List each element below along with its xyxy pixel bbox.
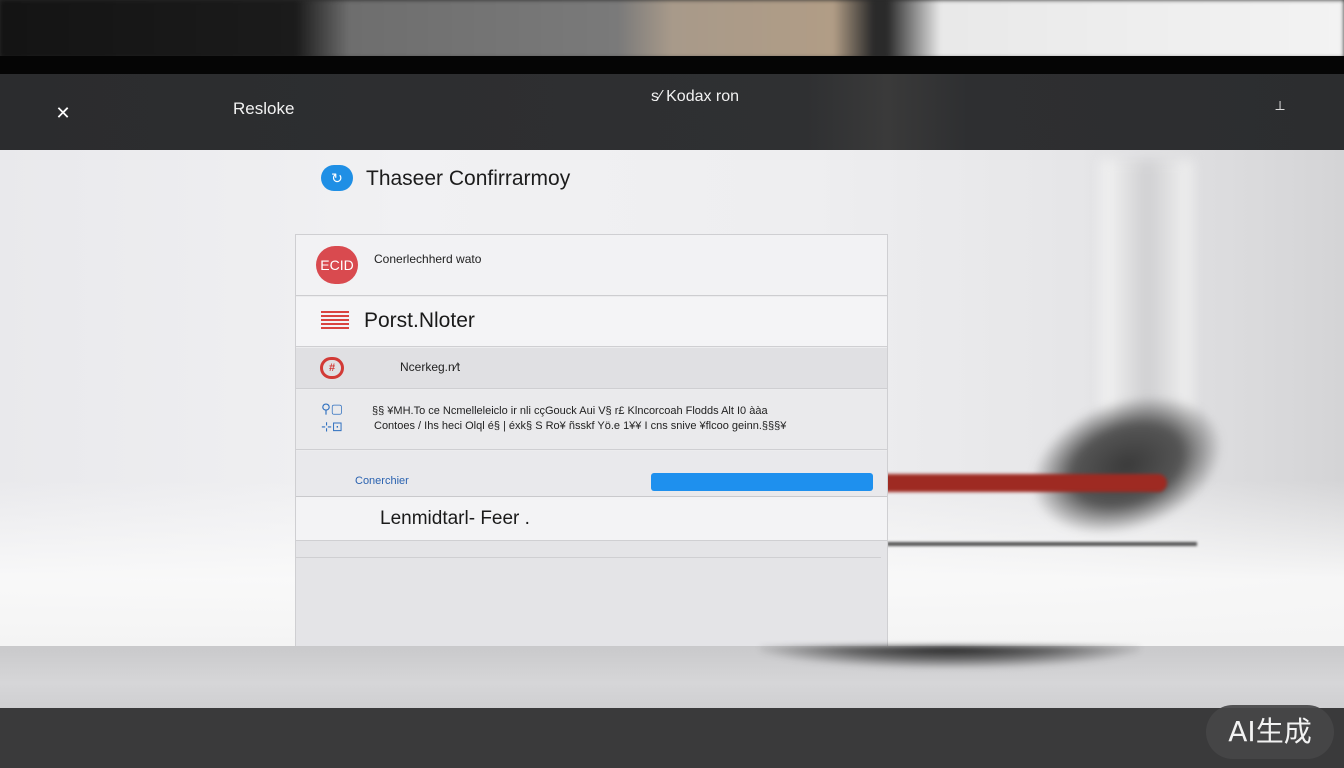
card-footer [296, 541, 887, 647]
screen: ✕ Resloke s⁄ Kodax ron ⟂ ↻ Thaseer Confi… [0, 0, 1344, 768]
background-shadow [760, 646, 1140, 668]
background-red-bar [887, 474, 1167, 492]
pin-icon[interactable]: ⟂ [1273, 96, 1287, 114]
description-line-2: Contoes / Ihs heci Olql é§ | éxk§ S Ro¥ … [374, 420, 787, 432]
description-line-1: §§ ¥MH.To ce Ncmelleleiclo ir nli cçGouc… [372, 405, 768, 417]
page-title: Thaseer Confirrarmoy [366, 167, 571, 190]
list-item[interactable]: Lenmidtarl- Feer . [296, 497, 887, 541]
ecid-badge: ECID [316, 246, 358, 284]
list-item[interactable]: ⚲▢ ⊹⊡ §§ ¥MH.To ce Ncmelleleiclo ir nli c… [296, 390, 887, 450]
app-header: ✕ Resloke s⁄ Kodax ron ⟂ [0, 74, 1344, 150]
list-item[interactable]: ECID Conerlechherd wato [296, 235, 887, 296]
background-bottom [0, 646, 1344, 708]
action-row: Conerchier [296, 451, 887, 497]
flag-icon [321, 311, 349, 329]
background-object [887, 150, 1344, 646]
sync-icon: ↻ [321, 165, 353, 191]
list-item-label: Ncerkeg.n⁄t [400, 360, 461, 374]
connection-icon: ⚲▢ ⊹⊡ [321, 401, 343, 434]
confirmation-card: ECID Conerlechherd wato Porst.Nloter # N… [295, 234, 888, 647]
header-left-title[interactable]: Resloke [233, 99, 294, 119]
conerchier-link[interactable]: Conerchier [355, 475, 409, 487]
header-center-title: s⁄ Kodax ron [651, 88, 740, 105]
background-shape [1010, 369, 1244, 561]
list-item-selected[interactable]: # Ncerkeg.n⁄t [296, 348, 887, 389]
divider [296, 557, 881, 558]
list-item[interactable]: Porst.Nloter [296, 297, 887, 347]
list-item-label: Lenmidtarl- Feer . [380, 508, 530, 529]
list-item-label: Porst.Nloter [364, 309, 475, 332]
background-photo-top [0, 0, 1344, 58]
list-item-label: Conerlechherd wato [374, 252, 482, 266]
window-border [0, 56, 1344, 74]
primary-button[interactable] [651, 473, 873, 491]
network-grid-icon: # [320, 357, 344, 379]
ai-generated-badge: AI生成 [1206, 705, 1334, 759]
background-base [887, 542, 1197, 546]
close-icon[interactable]: ✕ [54, 104, 72, 122]
footer-bar [0, 708, 1344, 768]
